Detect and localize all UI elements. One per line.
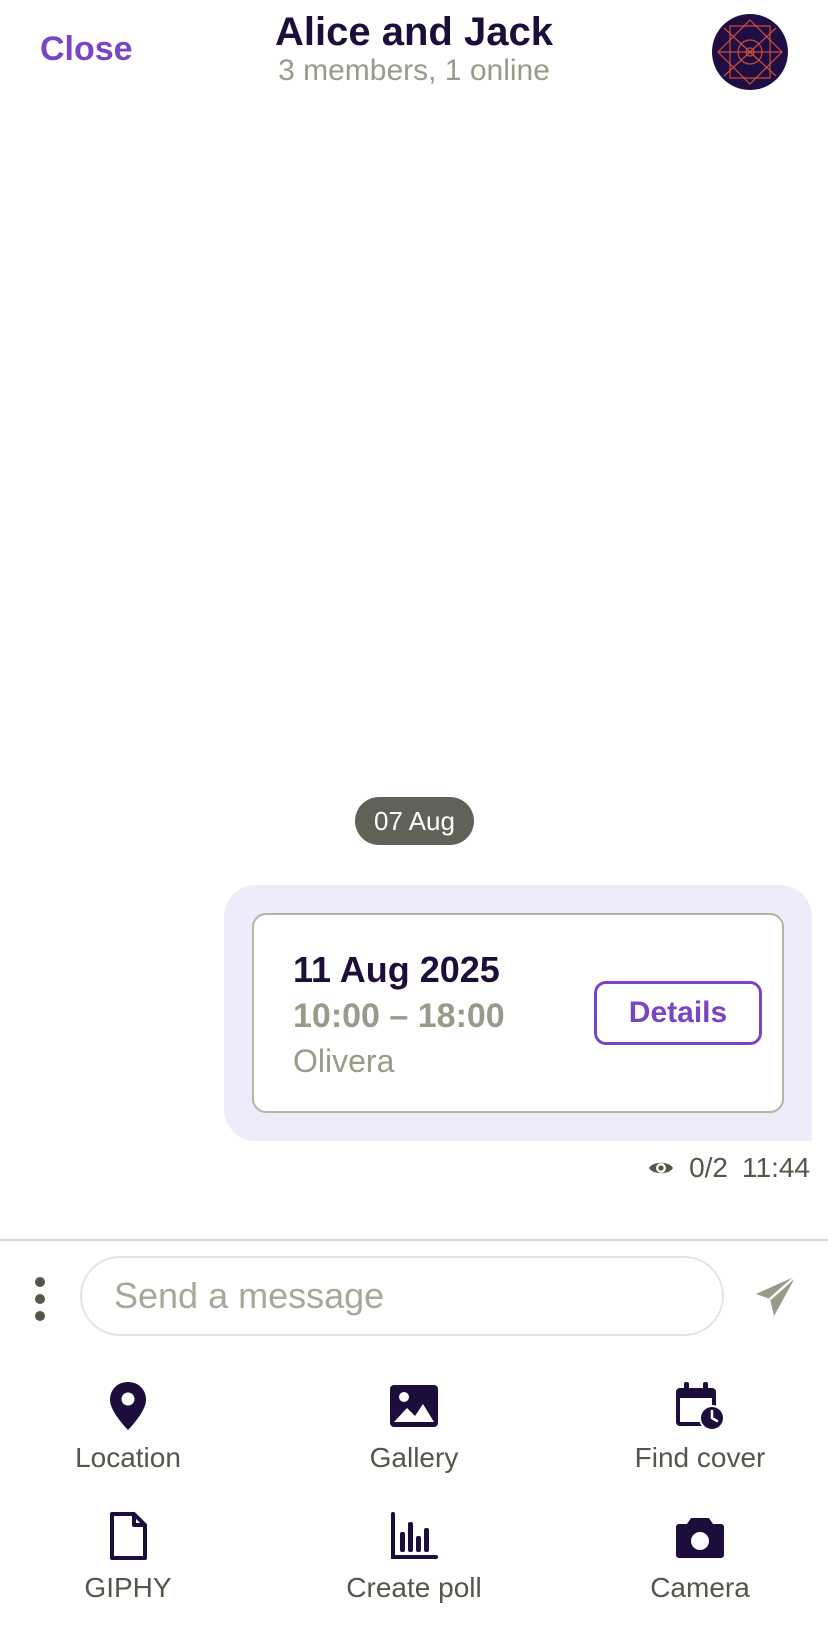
chat-screen: Close Alice and Jack 3 members, 1 online… (0, 0, 828, 1650)
bar-chart-icon (391, 1512, 438, 1559)
image-icon (390, 1385, 438, 1427)
action-gallery[interactable]: Gallery (294, 1380, 534, 1474)
action-label: Find cover (634, 1442, 766, 1473)
avatar-pattern-icon (717, 19, 783, 85)
action-location[interactable]: Location (8, 1380, 248, 1474)
message-bubble[interactable]: 11 Aug 2025 10:00 – 18:00 Olivera Detail… (224, 885, 812, 1141)
send-button[interactable] (752, 1272, 800, 1320)
message-meta: 0/2 11:44 (647, 1152, 810, 1184)
send-icon (756, 1275, 797, 1316)
camera-icon (676, 1518, 724, 1558)
event-date: 11 Aug 2025 (293, 949, 500, 990)
event-card[interactable]: 11 Aug 2025 10:00 – 18:00 Olivera Detail… (252, 913, 784, 1113)
chat-title: Alice and Jack (275, 10, 553, 54)
action-find-cover[interactable]: Find cover (580, 1380, 820, 1474)
event-location: Olivera (293, 1043, 395, 1079)
details-button[interactable]: Details (594, 981, 762, 1045)
composer-divider (0, 1239, 828, 1241)
more-options-button[interactable] (26, 1276, 54, 1322)
action-label: GIPHY (84, 1572, 172, 1603)
message-time: 11:44 (742, 1152, 810, 1183)
action-label: Create poll (346, 1572, 482, 1603)
file-icon (110, 1512, 147, 1560)
action-label: Gallery (369, 1442, 459, 1473)
action-create-poll[interactable]: Create poll (294, 1510, 534, 1604)
message-input[interactable] (80, 1256, 724, 1336)
view-count: 0/2 (689, 1152, 728, 1183)
action-camera[interactable]: Camera (580, 1510, 820, 1604)
action-giphy[interactable]: GIPHY (8, 1510, 248, 1604)
date-separator: 07 Aug (355, 797, 474, 845)
chat-subtitle: 3 members, 1 online (278, 54, 550, 87)
calendar-clock-icon (676, 1382, 725, 1431)
eye-icon (649, 1162, 674, 1174)
action-label: Location (75, 1442, 181, 1473)
event-time: 10:00 – 18:00 (293, 997, 505, 1035)
location-pin-icon (110, 1382, 146, 1430)
action-label: Camera (650, 1572, 750, 1603)
group-avatar[interactable] (712, 14, 788, 90)
vertical-dots-icon (35, 1277, 45, 1321)
